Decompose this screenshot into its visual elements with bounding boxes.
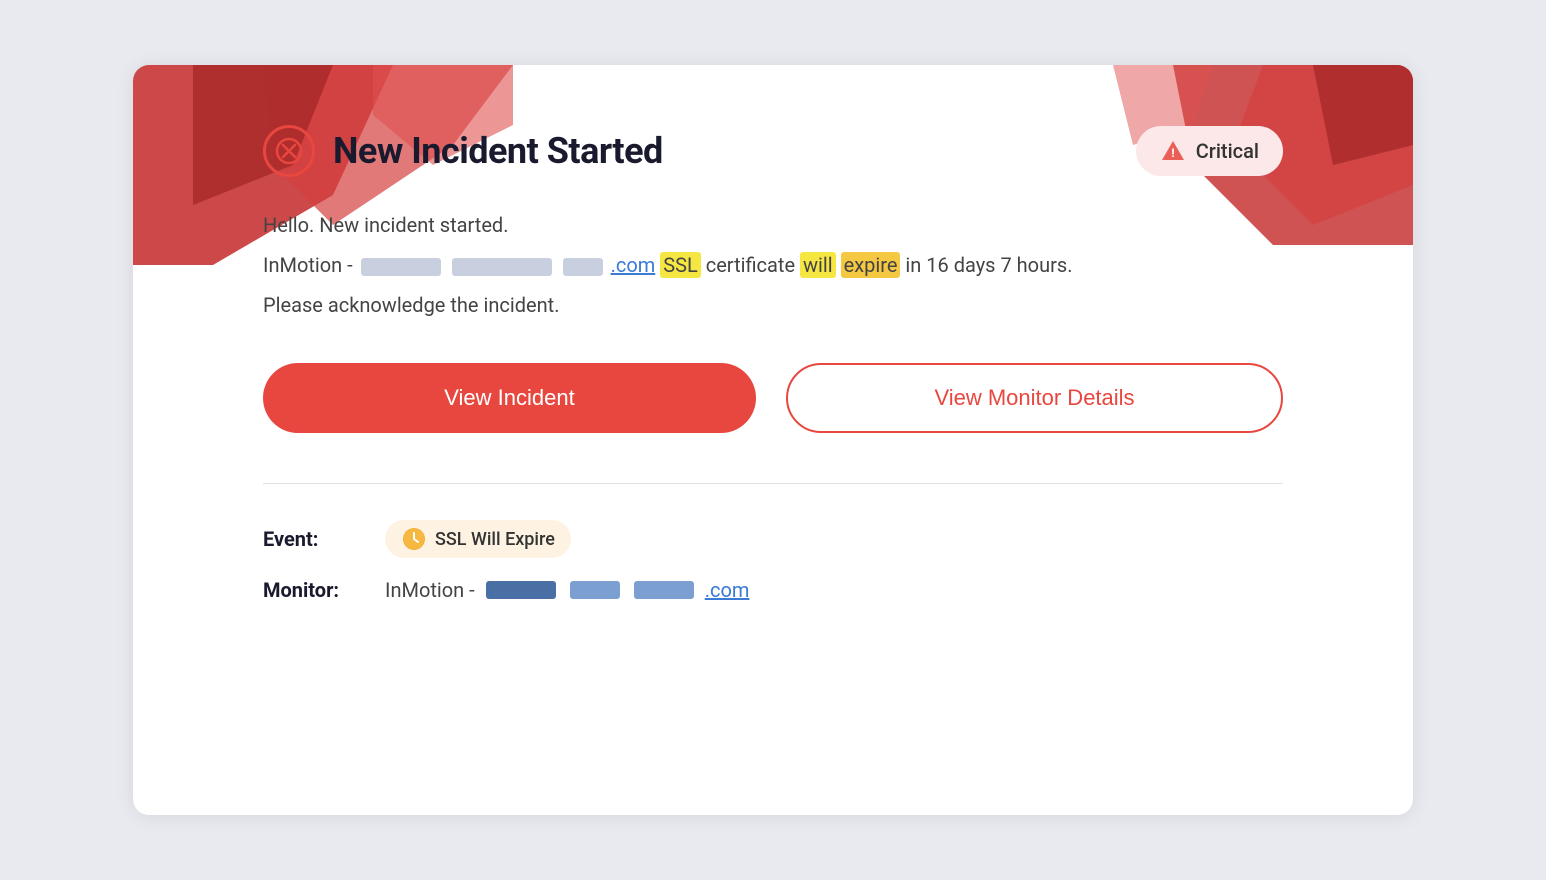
event-badge: SSL Will Expire <box>385 520 571 558</box>
event-value: SSL Will Expire <box>435 529 555 550</box>
event-row: Event: SSL Will Expire <box>263 520 1283 558</box>
message-block: Hello. New incident started. InMotion - … <box>263 207 1283 323</box>
message-line-2: InMotion - .com SSL certificate will exp… <box>263 247 1283 283</box>
clock-icon <box>401 526 427 552</box>
card-content: New Incident Started ! Critical Hello. N… <box>133 65 1413 652</box>
monitor-row: Monitor: InMotion - .com <box>263 578 1283 602</box>
buttons-row: View Incident View Monitor Details <box>263 363 1283 433</box>
header-row: New Incident Started ! Critical <box>263 125 1283 177</box>
view-incident-button[interactable]: View Incident <box>263 363 756 433</box>
ssl-text: SSL certificate will expire in 16 days 7… <box>660 252 1072 278</box>
monitor-value: InMotion - .com <box>385 578 749 602</box>
monitor-domain-link[interactable]: .com <box>705 578 750 602</box>
view-monitor-button[interactable]: View Monitor Details <box>786 363 1283 433</box>
critical-badge-label: Critical <box>1196 139 1259 163</box>
divider <box>263 483 1283 484</box>
page-title: New Incident Started <box>333 130 663 172</box>
notification-card: New Incident Started ! Critical Hello. N… <box>133 65 1413 815</box>
message-line-1: Hello. New incident started. <box>263 207 1283 243</box>
event-label: Event: <box>263 527 373 551</box>
domain-link[interactable]: .com <box>611 253 656 277</box>
redacted-domain-1 <box>361 258 441 276</box>
meta-section: Event: SSL Will Expire Monitor: InMotion… <box>263 520 1283 602</box>
monitor-redacted-3 <box>634 581 694 599</box>
message-prefix: InMotion - <box>263 253 358 277</box>
monitor-label: Monitor: <box>263 578 373 602</box>
redacted-domain-3 <box>563 258 603 276</box>
monitor-redacted-1 <box>486 581 556 599</box>
message-line-3: Please acknowledge the incident. <box>263 287 1283 323</box>
monitor-redacted-2 <box>570 581 620 599</box>
monitor-prefix: InMotion - <box>385 578 475 602</box>
redacted-domain-2 <box>452 258 552 276</box>
critical-badge: ! Critical <box>1136 126 1283 176</box>
svg-text:!: ! <box>1171 146 1174 160</box>
title-group: New Incident Started <box>263 125 663 177</box>
alert-circle-icon <box>263 125 315 177</box>
warning-icon: ! <box>1160 138 1186 164</box>
